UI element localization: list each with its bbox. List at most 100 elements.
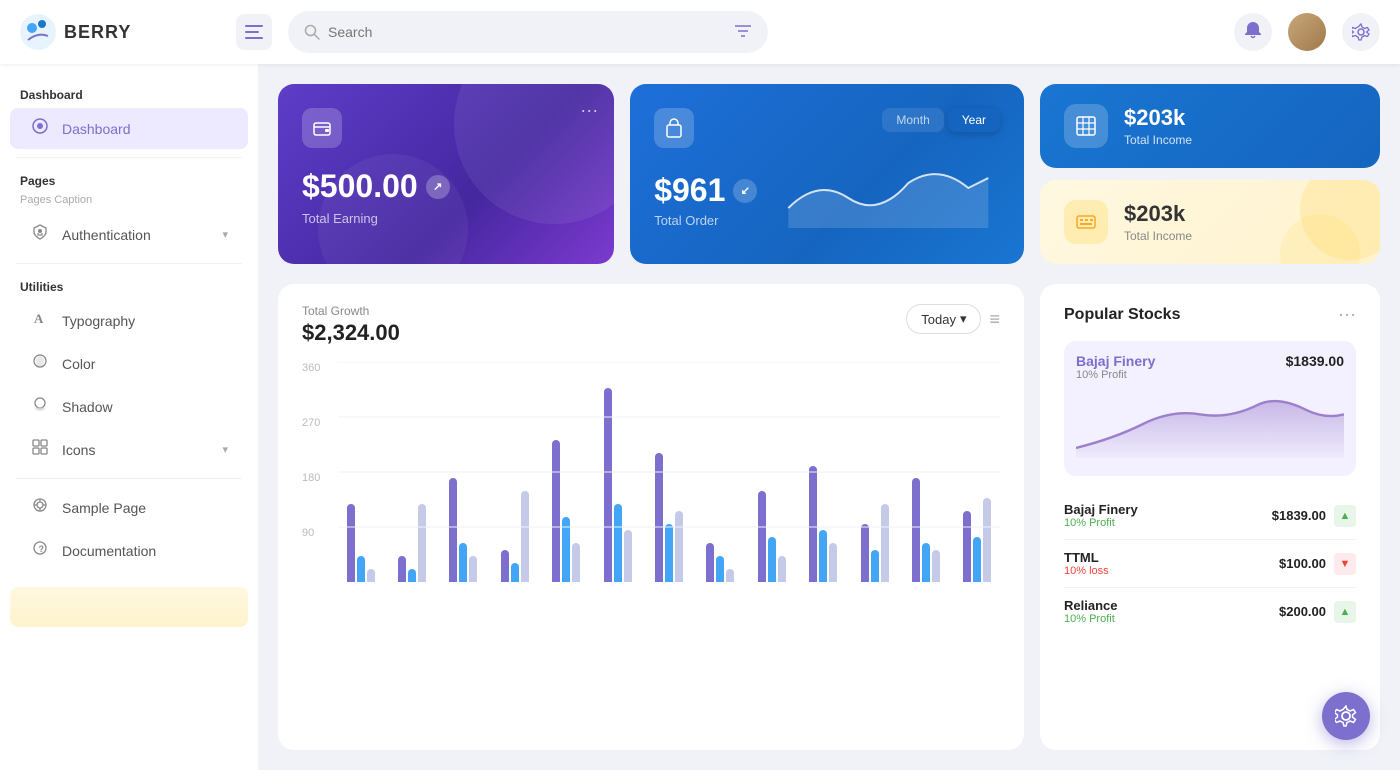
- search-filter-button[interactable]: [734, 23, 752, 42]
- icons-chevron-icon: ▾: [222, 443, 228, 456]
- stock-right-3: $200.00 ▲: [1279, 601, 1356, 623]
- stock-name-3: Reliance: [1064, 598, 1117, 613]
- earning-card-menu-button[interactable]: ···: [580, 100, 598, 121]
- chart-card: Total Growth $2,324.00 Today ▾ ≡ 360: [278, 284, 1024, 750]
- stock-profit-1: 10% Profit: [1064, 517, 1138, 529]
- sidebar-item-label-sample: Sample Page: [62, 500, 228, 516]
- sidebar-promo-banner: [10, 587, 248, 627]
- earning-trend-badge: ↗: [426, 175, 450, 199]
- featured-stock-header: Bajaj Finery 10% Profit $1839.00: [1076, 353, 1344, 381]
- notification-button[interactable]: [1234, 13, 1272, 51]
- featured-stock-chart: Bajaj Finery 10% Profit $1839.00: [1064, 341, 1356, 476]
- sidebar: Dashboard Dashboard Pages Pages Caption …: [0, 64, 258, 770]
- svg-text:?: ?: [39, 544, 45, 554]
- keyboard-icon: [1075, 211, 1097, 233]
- sidebar-divider-3: [16, 478, 242, 479]
- sidebar-item-label-color: Color: [62, 356, 228, 372]
- header: BERRY: [0, 0, 1400, 64]
- stock-trend-badge-1: ▲: [1334, 505, 1356, 527]
- stocks-header: Popular Stocks ···: [1064, 304, 1356, 325]
- settings-button[interactable]: [1342, 13, 1380, 51]
- search-input[interactable]: [328, 24, 726, 40]
- stocks-card: Popular Stocks ··· Bajaj Finery 10% Prof…: [1040, 284, 1380, 750]
- order-wave-chart: [777, 158, 1000, 228]
- dashboard-icon: [30, 118, 50, 139]
- stock-price-1: $1839.00: [1272, 508, 1326, 523]
- featured-stock-name: Bajaj Finery: [1076, 353, 1155, 369]
- stock-info-3: Reliance 10% Profit: [1064, 598, 1117, 625]
- chart-filter-button[interactable]: Today ▾: [906, 304, 981, 334]
- income-blue-icon: [1064, 104, 1108, 148]
- menu-button[interactable]: [236, 14, 272, 50]
- stock-profit-3: 10% Profit: [1064, 613, 1117, 625]
- y-label-180: 180: [302, 472, 320, 484]
- order-card: Month Year $961 ↙ Total Order: [630, 84, 1024, 264]
- sidebar-item-shadow[interactable]: Shadow: [10, 386, 248, 427]
- stock-list-item-1: Bajaj Finery 10% Profit $1839.00 ▲: [1064, 492, 1356, 540]
- sidebar-item-authentication[interactable]: Authentication ▾: [10, 214, 248, 255]
- main-content: ··· $500.00 ↗ Total Earning: [258, 64, 1400, 770]
- order-tabs: Month Year: [882, 108, 1000, 132]
- stock-name-2: TTML: [1064, 550, 1109, 565]
- settings-icon: [1352, 23, 1370, 41]
- stock-right-1: $1839.00 ▲: [1272, 505, 1356, 527]
- chart-area: 360 270 180 90: [302, 362, 1000, 582]
- stocks-title: Popular Stocks: [1064, 306, 1180, 324]
- sidebar-item-label-dashboard: Dashboard: [62, 121, 228, 137]
- income-blue-amount: $203k: [1124, 105, 1192, 131]
- stock-info-1: Bajaj Finery 10% Profit: [1064, 502, 1138, 529]
- chart-title: Total Growth: [302, 304, 400, 318]
- featured-stock-profit: 10% Profit: [1076, 369, 1155, 381]
- sidebar-divider-2: [16, 263, 242, 264]
- stock-price-3: $200.00: [1279, 604, 1326, 619]
- svg-text:A: A: [34, 311, 44, 326]
- filter-icon: [734, 23, 752, 39]
- stock-price-2: $100.00: [1279, 556, 1326, 571]
- sidebar-item-dashboard[interactable]: Dashboard: [10, 108, 248, 149]
- order-label: Total Order: [654, 213, 757, 228]
- order-card-icon-button[interactable]: [654, 108, 694, 148]
- stock-trend-badge-3: ▲: [1334, 601, 1356, 623]
- income-yellow-card: $203k Total Income: [1040, 180, 1380, 264]
- layout: Dashboard Dashboard Pages Pages Caption …: [0, 64, 1400, 770]
- stock-list-item-3: Reliance 10% Profit $200.00 ▲: [1064, 588, 1356, 635]
- tab-year[interactable]: Year: [948, 108, 1000, 132]
- featured-stock-price: $1839.00: [1286, 353, 1344, 381]
- right-panel: $203k Total Income: [1040, 84, 1380, 264]
- sidebar-item-icons[interactable]: Icons ▾: [10, 429, 248, 470]
- order-amount: $961 ↙: [654, 172, 757, 209]
- stocks-menu-button[interactable]: ···: [1338, 304, 1356, 325]
- shadow-icon: [30, 396, 50, 417]
- sidebar-item-typography[interactable]: A Typography: [10, 300, 248, 341]
- logo-icon: [20, 14, 56, 50]
- logo: BERRY: [20, 14, 220, 50]
- income-yellow-amount: $203k: [1124, 201, 1192, 227]
- wallet-icon: [312, 118, 332, 138]
- earning-card-icon-button[interactable]: [302, 108, 342, 148]
- income-blue-card: $203k Total Income: [1040, 84, 1380, 168]
- search-bar: [288, 11, 768, 53]
- tab-month[interactable]: Month: [882, 108, 943, 132]
- fab-button[interactable]: [1322, 692, 1370, 740]
- avatar[interactable]: [1288, 13, 1326, 51]
- utilities-section-title: Utilities: [0, 272, 258, 298]
- search-icon: [304, 24, 320, 40]
- chart-y-labels: 360 270 180 90: [302, 362, 328, 582]
- auth-chevron-icon: ▾: [222, 228, 228, 241]
- y-label-270: 270: [302, 417, 320, 429]
- sidebar-item-sample-page[interactable]: Sample Page: [10, 487, 248, 528]
- chevron-down-icon: ▾: [960, 311, 967, 327]
- sidebar-item-documentation[interactable]: ? Documentation: [10, 530, 248, 571]
- sidebar-item-label-docs: Documentation: [62, 543, 228, 559]
- chart-menu-button[interactable]: ≡: [989, 309, 1000, 330]
- sidebar-item-color[interactable]: Color: [10, 343, 248, 384]
- stock-trend-badge-2: ▼: [1334, 553, 1356, 575]
- order-trend-badge: ↙: [733, 179, 757, 203]
- bag-icon: [664, 118, 684, 138]
- hamburger-icon: [245, 25, 263, 39]
- stock-mini-chart: [1076, 389, 1344, 459]
- app-name: BERRY: [64, 22, 131, 43]
- stock-name-1: Bajaj Finery: [1064, 502, 1138, 517]
- stock-profit-2: 10% loss: [1064, 565, 1109, 577]
- stock-right-2: $100.00 ▼: [1279, 553, 1356, 575]
